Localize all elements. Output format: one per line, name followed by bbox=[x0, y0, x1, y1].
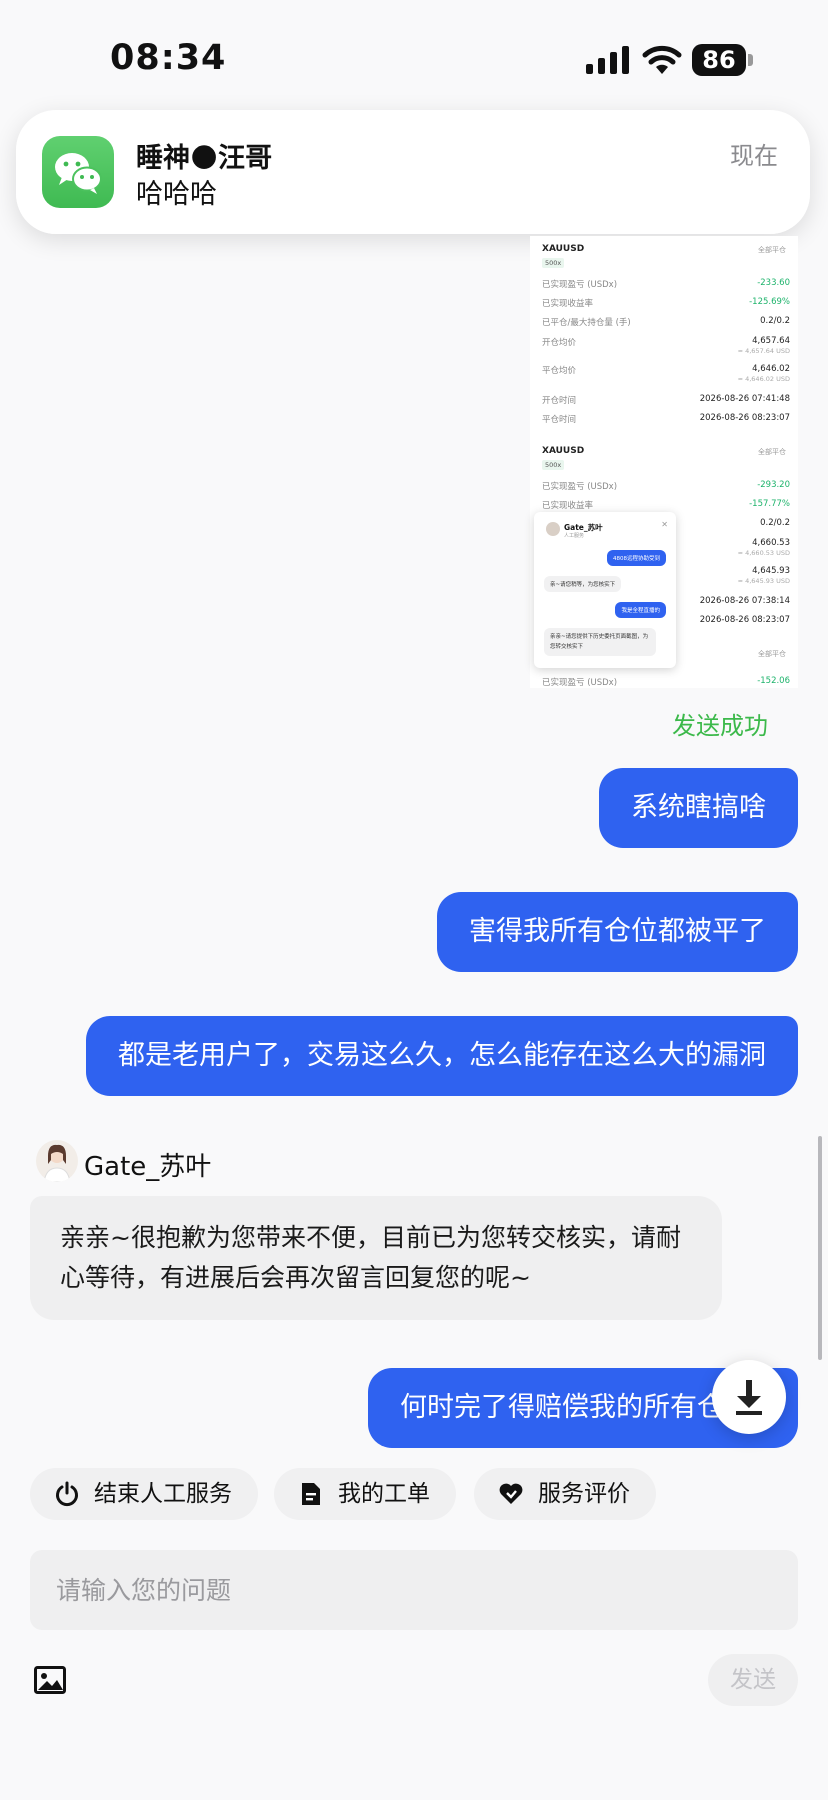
label: 已实现盈亏 (USDx) bbox=[542, 678, 618, 688]
yield-row: 已实现收益率 -125.69% bbox=[542, 297, 790, 311]
label: 已平仓/最大持仓量 (手) bbox=[542, 318, 631, 328]
heart-icon bbox=[499, 1483, 523, 1504]
battery-indicator: 86 bbox=[692, 44, 753, 76]
value: 4,645.93 bbox=[752, 566, 790, 576]
chat-bubble: 亲~请您稍等，为您核实下 bbox=[544, 576, 622, 592]
notification-message: 哈哈哈 bbox=[136, 179, 217, 210]
label: 开仓时间 bbox=[542, 396, 577, 406]
wifi-icon bbox=[642, 45, 682, 74]
label: 已实现收益率 bbox=[542, 501, 594, 511]
clock: 08:34 bbox=[110, 38, 227, 78]
notification-time: 现在 bbox=[730, 142, 778, 170]
volume-row: 已平仓/最大持仓量 (手) 0.2/0.2 bbox=[542, 316, 790, 330]
close-icon: ✕ bbox=[661, 520, 668, 529]
pnl-row: 已实现盈亏 (USDx) -293.20 bbox=[542, 480, 790, 494]
label: 已实现收益率 bbox=[542, 299, 594, 309]
leverage-badge: 500x bbox=[542, 258, 565, 268]
value: 2026-08-26 08:23:07 bbox=[699, 615, 790, 625]
status-bar: 08:34 86 bbox=[0, 0, 828, 110]
close-all-link: 全部平仓 bbox=[758, 650, 786, 658]
close-all-link: 全部平仓 bbox=[758, 246, 786, 254]
value: -152.06 bbox=[757, 676, 790, 686]
user-message[interactable]: 都是老用户了，交易这么久，怎么能存在这么大的漏洞 bbox=[86, 1016, 798, 1096]
chat-bubble: 亲亲~请您提供下历史委托页面截图，为您转交核实下 bbox=[544, 628, 656, 656]
close-all-link: 全部平仓 bbox=[758, 448, 786, 456]
sub-value: ≈ 4,660.53 USD bbox=[737, 549, 790, 557]
agent-subtitle: 人工服务 bbox=[564, 533, 585, 539]
value: 2026-08-26 07:38:14 bbox=[699, 596, 790, 606]
close-price-row: 平仓均价 4,646.02 ≈ 4,646.02 USD bbox=[542, 364, 790, 383]
label: 已实现盈亏 (USDx) bbox=[542, 280, 618, 290]
value: 4,646.02 bbox=[752, 364, 790, 374]
agent-name: Gate_苏叶 bbox=[84, 1152, 212, 1182]
label: 已实现盈亏 (USDx) bbox=[542, 482, 618, 492]
label: 平仓均价 bbox=[542, 366, 577, 376]
value: 2026-08-26 07:41:48 bbox=[699, 394, 790, 404]
scrollbar[interactable] bbox=[818, 1136, 822, 1360]
notification-title: 睡神🌑汪哥 bbox=[136, 143, 273, 174]
label: 开仓均价 bbox=[542, 338, 577, 348]
label: 平仓时间 bbox=[542, 415, 577, 425]
symbol: XAUUSD bbox=[542, 244, 585, 254]
image-upload-icon[interactable] bbox=[34, 1666, 66, 1694]
value: 0.2/0.2 bbox=[760, 518, 790, 528]
pnl-row: 已实现盈亏 (USDx) -152.06 bbox=[542, 676, 790, 688]
chip-label: 服务评价 bbox=[538, 1481, 630, 1507]
wechat-icon bbox=[42, 136, 114, 208]
sub-value: ≈ 4,646.02 USD bbox=[737, 375, 790, 383]
sub-value: ≈ 4,657.64 USD bbox=[737, 347, 790, 355]
value: -233.60 bbox=[757, 278, 790, 288]
position-card: XAUUSD 500x 全部平仓 已实现盈亏 (USDx) -233.60 已实现… bbox=[530, 240, 798, 430]
pnl-row: 已实现盈亏 (USDx) -233.60 bbox=[542, 278, 790, 292]
value: -293.20 bbox=[757, 480, 790, 490]
my-tickets-button[interactable]: 我的工单 bbox=[274, 1468, 456, 1520]
end-service-button[interactable]: 结束人工服务 bbox=[30, 1468, 258, 1520]
value: 4,657.64 bbox=[752, 336, 790, 346]
user-message[interactable]: 害得我所有仓位都被平了 bbox=[437, 892, 798, 972]
message-input-container bbox=[30, 1550, 798, 1630]
send-status: 发送成功 bbox=[672, 712, 768, 740]
download-button[interactable] bbox=[712, 1360, 786, 1434]
document-icon bbox=[302, 1483, 320, 1505]
cellular-signal-icon bbox=[586, 46, 629, 74]
agent-message[interactable]: 亲亲~很抱歉为您带来不便，目前已为您转交核实，请耐心等待，有进展后会再次留言回复… bbox=[30, 1196, 722, 1320]
wechat-notification[interactable]: 睡神🌑汪哥 哈哈哈 现在 bbox=[16, 110, 810, 234]
value: 4,660.53 bbox=[752, 538, 790, 548]
agent-avatar bbox=[36, 1140, 78, 1182]
value: -125.69% bbox=[749, 297, 790, 307]
power-icon bbox=[56, 1481, 78, 1507]
battery-cap bbox=[748, 54, 753, 66]
avatar bbox=[546, 522, 560, 536]
yield-row: 已实现收益率 -157.77% bbox=[542, 499, 790, 513]
message-input[interactable] bbox=[56, 1550, 772, 1630]
service-rating-button[interactable]: 服务评价 bbox=[474, 1468, 656, 1520]
download-icon bbox=[736, 1380, 762, 1415]
sub-value: ≈ 4,645.93 USD bbox=[737, 577, 790, 585]
user-message[interactable]: 系统瞎搞啥 bbox=[599, 768, 798, 848]
open-time-row: 开仓时间 2026-08-26 07:41:48 bbox=[542, 394, 790, 408]
value: -157.77% bbox=[749, 499, 790, 509]
battery-level: 86 bbox=[692, 44, 746, 76]
value: 0.2/0.2 bbox=[760, 316, 790, 326]
chat-bubble: 4808远程协助受到 bbox=[607, 550, 666, 566]
chip-label: 我的工单 bbox=[338, 1481, 430, 1507]
embedded-chat-preview: Gate_苏叶 人工服务 ✕ 4808远程协助受到 亲~请您稍等，为您核实下 我… bbox=[534, 512, 676, 668]
leverage-badge: 500x bbox=[542, 460, 565, 470]
symbol: XAUUSD bbox=[542, 446, 585, 456]
send-button[interactable]: 发送 bbox=[708, 1654, 798, 1706]
value: 2026-08-26 08:23:07 bbox=[699, 413, 790, 423]
chat-bubble: 我是全程直播的 bbox=[615, 602, 666, 618]
chip-label: 结束人工服务 bbox=[94, 1481, 232, 1507]
open-price-row: 开仓均价 4,657.64 ≈ 4,657.64 USD bbox=[542, 336, 790, 355]
close-time-row: 平仓时间 2026-08-26 08:23:07 bbox=[542, 413, 790, 427]
